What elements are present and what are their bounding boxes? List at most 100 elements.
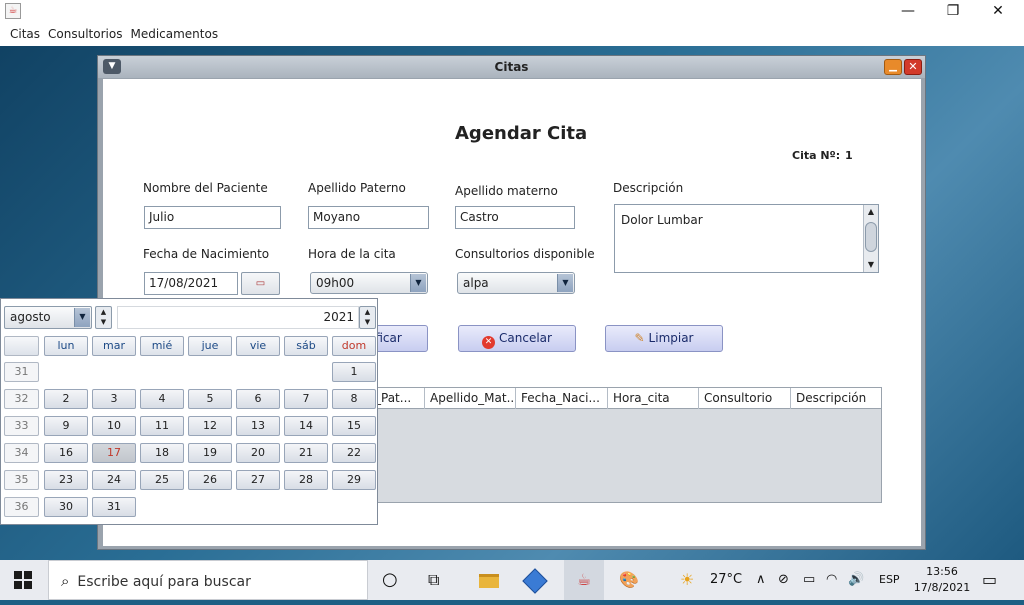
- week-number: 33: [4, 416, 39, 436]
- descripcion-textarea[interactable]: Dolor Lumbar ▲ ▼: [614, 204, 879, 273]
- calendar-day-10[interactable]: 10: [92, 416, 136, 436]
- month-spinner[interactable]: ▲ ▼: [95, 306, 112, 329]
- descripcion-scrollbar[interactable]: ▲ ▼: [863, 205, 878, 272]
- minimize-button[interactable]: —: [885, 0, 931, 22]
- taskbar-search[interactable]: ⌕ Escribe aquí para buscar: [48, 560, 368, 600]
- scroll-down-icon[interactable]: ▼: [864, 258, 878, 272]
- menu-medicamentos[interactable]: Medicamentos: [130, 24, 218, 44]
- weather-temp[interactable]: 27°C: [710, 560, 742, 600]
- menu-citas[interactable]: Citas: [10, 24, 40, 44]
- cancelar-button[interactable]: ✕ Cancelar: [458, 325, 576, 352]
- calendar-day-11[interactable]: 11: [140, 416, 184, 436]
- consultorio-select[interactable]: alpa ▼: [457, 272, 575, 294]
- calendar-day-18[interactable]: 18: [140, 443, 184, 463]
- day-header: mar: [92, 336, 136, 356]
- calendar-day-2[interactable]: 2: [44, 389, 88, 409]
- calendar-day-26[interactable]: 26: [188, 470, 232, 490]
- frame-system-menu-icon[interactable]: ▼: [103, 59, 121, 74]
- menu-consultorios[interactable]: Consultorios: [48, 24, 122, 44]
- citas-table[interactable]: _Pat... Apellido_Mat... Fecha_Naci... Ho…: [369, 387, 882, 503]
- descripcion-text: Dolor Lumbar: [621, 213, 703, 227]
- nombre-input[interactable]: Julio: [144, 206, 281, 229]
- table-header-cell[interactable]: Apellido_Mat...: [425, 388, 516, 409]
- calendar-day-16[interactable]: 16: [44, 443, 88, 463]
- table-header-cell[interactable]: _Pat...: [370, 388, 425, 409]
- month-select[interactable]: agosto ▼: [4, 306, 92, 329]
- tray-chevron-up-icon[interactable]: ∧: [756, 560, 766, 600]
- week-header-corner: [4, 336, 39, 356]
- day-header: jue: [188, 336, 232, 356]
- calendar-day-31[interactable]: 31: [92, 497, 136, 517]
- calendar-day-30[interactable]: 30: [44, 497, 88, 517]
- chevron-down-icon[interactable]: ▼: [557, 274, 573, 292]
- wifi-icon[interactable]: ◠: [826, 560, 837, 600]
- calendar-day-12[interactable]: 12: [188, 416, 232, 436]
- calendar-day-6[interactable]: 6: [236, 389, 280, 409]
- file-explorer-icon[interactable]: [476, 560, 502, 600]
- year-field[interactable]: 2021: [117, 306, 359, 329]
- day-header: lun: [44, 336, 88, 356]
- hora-cita-select[interactable]: 09h00 ▼: [310, 272, 428, 294]
- calendar-day-17[interactable]: 17: [92, 443, 136, 463]
- hora-cita-value: 09h00: [316, 276, 355, 290]
- apellido-materno-input[interactable]: Castro: [455, 206, 575, 229]
- volume-icon[interactable]: 🔊: [848, 560, 864, 600]
- java-taskbar-icon[interactable]: ☕: [564, 560, 604, 600]
- day-header: dom: [332, 336, 376, 356]
- calendar-day-29[interactable]: 29: [332, 470, 376, 490]
- calendar-day-15[interactable]: 15: [332, 416, 376, 436]
- calendar-day-5[interactable]: 5: [188, 389, 232, 409]
- calendar-day-22[interactable]: 22: [332, 443, 376, 463]
- table-header-cell[interactable]: Fecha_Naci...: [516, 388, 608, 409]
- frame-close-button[interactable]: ✕: [904, 59, 922, 75]
- calendar-day-14[interactable]: 14: [284, 416, 328, 436]
- cortana-icon[interactable]: ○: [382, 560, 398, 600]
- date-picker-popup: agosto ▼ ▲ ▼ 2021 ▲ ▼ lun mar mié jue vie s…: [0, 298, 378, 525]
- calendar-day-9[interactable]: 9: [44, 416, 88, 436]
- calendar-day-1[interactable]: 1: [332, 362, 376, 382]
- descripcion-label: Descripción: [613, 181, 684, 195]
- calendar-day-27[interactable]: 27: [236, 470, 280, 490]
- windows-start-icon[interactable]: [14, 560, 36, 600]
- table-header-cell[interactable]: Hora_cita: [608, 388, 699, 409]
- fecha-nacimiento-input[interactable]: 17/08/2021: [144, 272, 238, 295]
- limpiar-button[interactable]: ✎ Limpiar: [605, 325, 723, 352]
- calendar-day-25[interactable]: 25: [140, 470, 184, 490]
- chevron-down-icon[interactable]: ▼: [410, 274, 426, 292]
- week-number: 35: [4, 470, 39, 490]
- tray-network-warning-icon[interactable]: ⊘: [778, 560, 789, 600]
- app-cube-icon[interactable]: [522, 560, 548, 600]
- table-header-cell[interactable]: Consultorio: [699, 388, 791, 409]
- calendar-day-3[interactable]: 3: [92, 389, 136, 409]
- frame-titlebar[interactable]: ▼ Citas ▁ ✕: [98, 56, 925, 78]
- calendar-day-8[interactable]: 8: [332, 389, 376, 409]
- clock-time: 13:56: [926, 565, 958, 578]
- notification-icon[interactable]: ▭: [982, 560, 997, 600]
- year-spinner[interactable]: ▲ ▼: [359, 306, 376, 329]
- frame-minimize-button[interactable]: ▁: [884, 59, 902, 75]
- chevron-down-icon[interactable]: ▼: [74, 308, 90, 327]
- language-indicator[interactable]: ESP: [879, 560, 900, 600]
- calendar-day-20[interactable]: 20: [236, 443, 280, 463]
- scroll-thumb[interactable]: [865, 222, 877, 252]
- calendar-day-23[interactable]: 23: [44, 470, 88, 490]
- paint-icon[interactable]: 🎨: [616, 560, 642, 600]
- battery-icon[interactable]: ▭: [803, 560, 815, 600]
- table-header-cell[interactable]: Descripción: [791, 388, 881, 409]
- calendar-day-28[interactable]: 28: [284, 470, 328, 490]
- calendar-icon[interactable]: ▭: [241, 272, 280, 295]
- month-value: agosto: [10, 310, 51, 324]
- taskbar: ⌕ Escribe aquí para buscar ○ ⧉ ☕ 🎨 ☀ 27°C…: [0, 560, 1024, 600]
- clock[interactable]: 13:56 17/8/2021: [912, 560, 972, 600]
- maximize-button[interactable]: ❐: [930, 0, 976, 22]
- scroll-up-icon[interactable]: ▲: [864, 205, 878, 219]
- calendar-day-4[interactable]: 4: [140, 389, 184, 409]
- calendar-day-7[interactable]: 7: [284, 389, 328, 409]
- calendar-day-19[interactable]: 19: [188, 443, 232, 463]
- calendar-day-24[interactable]: 24: [92, 470, 136, 490]
- calendar-day-21[interactable]: 21: [284, 443, 328, 463]
- apellido-paterno-input[interactable]: Moyano: [308, 206, 429, 229]
- calendar-day-13[interactable]: 13: [236, 416, 280, 436]
- task-view-icon[interactable]: ⧉: [428, 560, 439, 600]
- close-button[interactable]: ✕: [975, 0, 1021, 22]
